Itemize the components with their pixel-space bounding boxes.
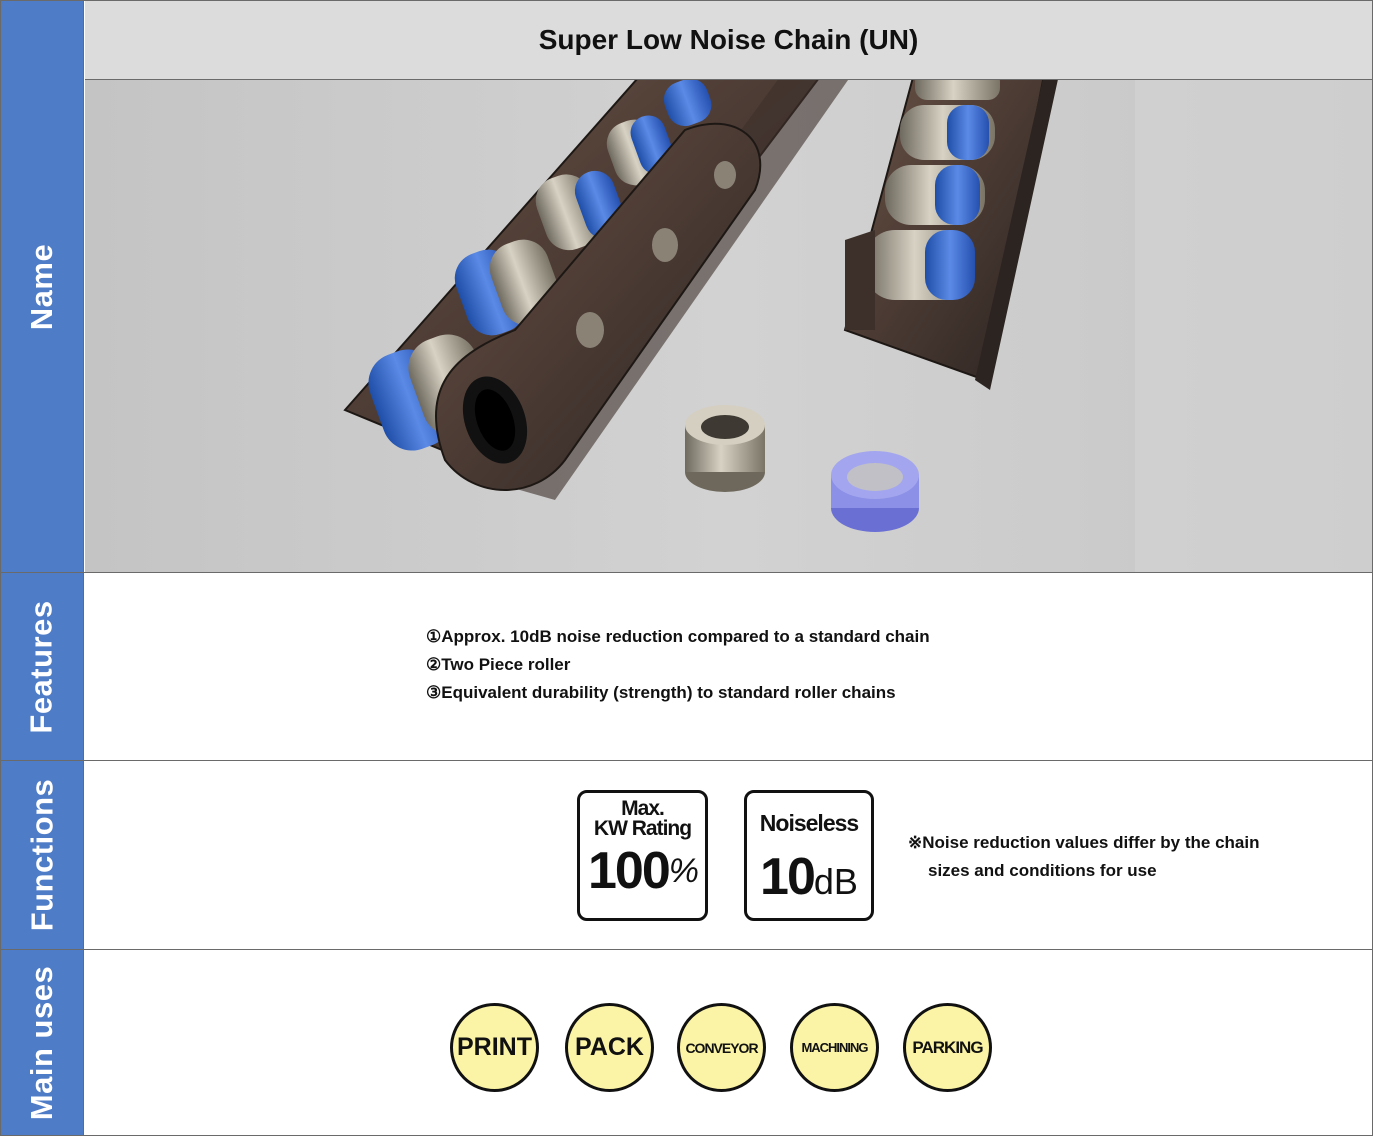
noise-badge-value: 10: [760, 848, 816, 906]
noiseless-badge: Noiseless 10dB: [744, 790, 874, 921]
noise-badge-unit: dB: [813, 861, 858, 902]
use-badge-machining: MACHINING: [790, 1003, 879, 1092]
section-label-features: Features: [1, 573, 84, 760]
resin-ring: [831, 451, 919, 532]
section-label-name-text: Name: [24, 243, 59, 330]
noise-note-line2: sizes and conditions for use: [928, 861, 1157, 880]
main-uses-row: Main uses PRINT PACK CONVEYOR MACHINING …: [1, 950, 1372, 1135]
kw-badge-line2: KW Rating: [593, 817, 692, 840]
product-sheet: Name Super Low Noise Chain (UN) Features…: [0, 0, 1373, 1136]
feature-item: ③Equivalent durability (strength) to sta…: [426, 683, 896, 702]
section-label-name: Name: [1, 1, 84, 572]
chain-illustration: [85, 80, 1372, 572]
kw-badge-value: 100: [588, 842, 671, 900]
use-badge-print: PRINT: [450, 1003, 539, 1092]
section-label-main-uses: Main uses: [1, 950, 84, 1135]
product-title: Super Low Noise Chain (UN): [85, 1, 1372, 80]
noise-note-line1: ※Noise reduction values differ by the ch…: [908, 833, 1260, 852]
noise-badge-value-line: 10dB: [747, 851, 871, 908]
name-content: Super Low Noise Chain (UN): [85, 1, 1372, 572]
kw-badge-unit: %: [668, 852, 699, 890]
functions-content: Max. KW Rating 100% Noiseless 10dB ※Nois…: [85, 761, 1372, 949]
use-badge-parking: PARKING: [903, 1003, 992, 1092]
kw-rating-badge: Max. KW Rating 100%: [577, 790, 708, 921]
steel-bushing: [685, 405, 765, 492]
name-row: Name Super Low Noise Chain (UN): [1, 1, 1372, 573]
section-label-features-text: Features: [24, 599, 60, 734]
section-label-functions: Functions: [1, 761, 84, 949]
features-list: ①Approx. 10dB noise reduction compared t…: [426, 623, 930, 707]
kw-badge-value-line: 100%: [580, 845, 705, 897]
section-label-functions-text: Functions: [24, 778, 60, 932]
product-photo: [85, 80, 1372, 572]
use-badge-pack: PACK: [565, 1003, 654, 1092]
feature-item: ①Approx. 10dB noise reduction compared t…: [426, 627, 930, 646]
functions-row: Functions Max. KW Rating 100% Noiseless …: [1, 761, 1372, 950]
noise-badge-label: Noiseless: [759, 810, 859, 836]
kw-badge-line1: Max.: [621, 797, 665, 820]
section-label-main-uses-text: Main uses: [24, 965, 60, 1120]
features-content: ①Approx. 10dB noise reduction compared t…: [85, 573, 1372, 760]
features-row: Features ①Approx. 10dB noise reduction c…: [1, 573, 1372, 761]
use-badge-conveyor: CONVEYOR: [677, 1003, 766, 1092]
feature-item: ②Two Piece roller: [426, 655, 571, 674]
noise-note: ※Noise reduction values differ by the ch…: [908, 829, 1260, 885]
main-uses-content: PRINT PACK CONVEYOR MACHINING PARKING: [85, 950, 1372, 1135]
